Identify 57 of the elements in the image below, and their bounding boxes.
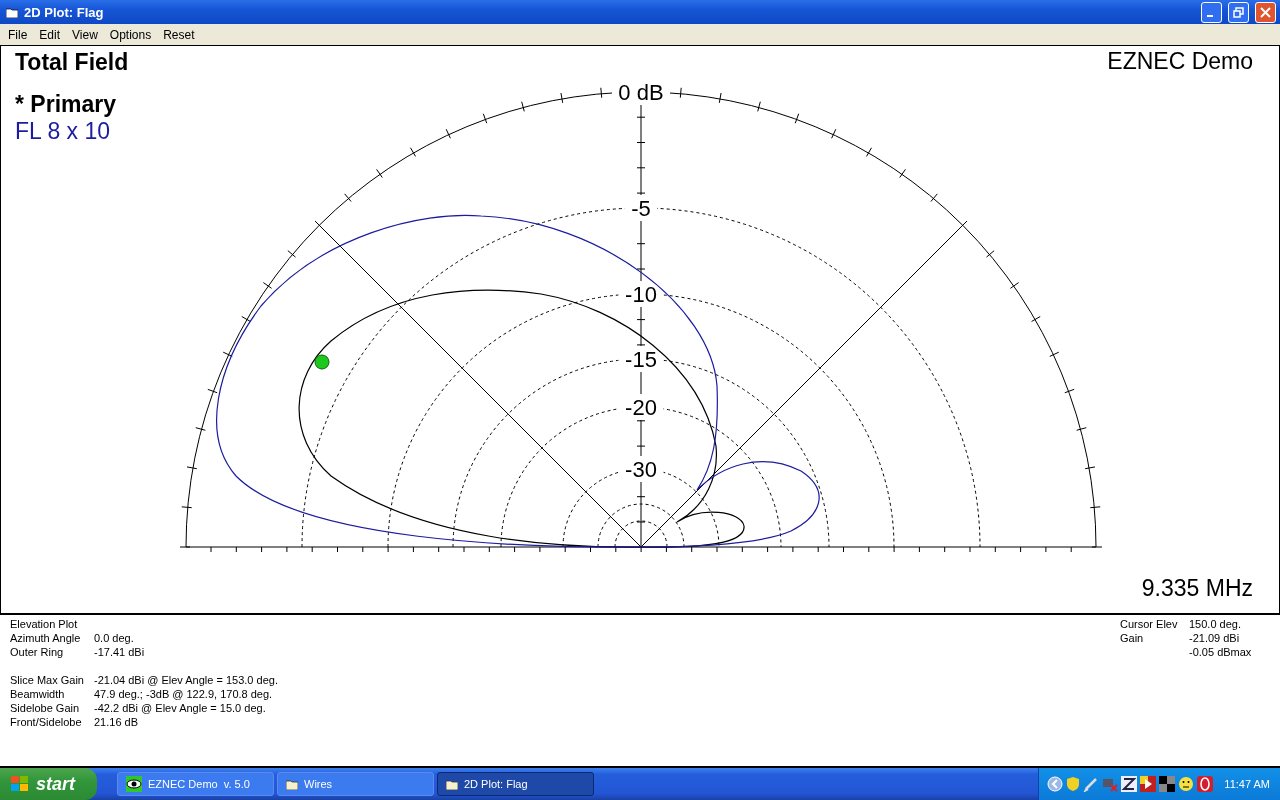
menu-item[interactable]: Reset — [157, 27, 201, 42]
folder-icon — [286, 778, 298, 790]
info-label: Elevation Plot — [10, 617, 79, 631]
info-value: -0.05 dBmax — [1189, 645, 1253, 659]
info-value: -17.41 dBi — [94, 645, 146, 659]
eye-icon — [126, 776, 142, 792]
program-name: EZNEC Demo — [1107, 48, 1253, 74]
taskbar-button[interactable]: 2D Plot: Flag — [437, 772, 594, 796]
info-label: Azimuth Angle — [10, 631, 82, 645]
shield-icon[interactable] — [1066, 776, 1081, 792]
ring-label: -30 — [625, 457, 657, 482]
info-value: 150.0 deg. — [1189, 617, 1242, 631]
info-value: -21.09 dBi — [1189, 631, 1241, 645]
info-label: Front/Sidelobe — [10, 715, 83, 729]
trace-name: FL 8 x 10 — [15, 118, 111, 144]
window-title: 2D Plot: Flag — [24, 4, 105, 20]
info-label: Gain — [1120, 631, 1145, 645]
trace-heading: * Primary — [15, 91, 116, 117]
checker-icon[interactable] — [1159, 776, 1176, 792]
windows-logo-icon — [10, 775, 30, 793]
restore-icon — [1233, 6, 1244, 18]
ring-label: -15 — [625, 347, 657, 372]
z-icon[interactable] — [1121, 776, 1138, 792]
close-icon — [1260, 6, 1271, 18]
menu-item[interactable]: Options — [103, 27, 158, 42]
play-icon[interactable] — [1140, 776, 1157, 792]
menu-item[interactable]: Edit — [33, 27, 67, 42]
info-label: Cursor Elev — [1120, 617, 1179, 631]
ring-label: -5 — [631, 196, 651, 221]
info-value: -21.04 dBi @ Elev Angle = 153.0 deg. — [94, 673, 278, 687]
start-button[interactable]: start — [0, 768, 97, 800]
info-value: -42.2 dBi @ Elev Angle = 15.0 deg. — [94, 701, 267, 715]
info-value: 0.0 deg. — [94, 631, 135, 645]
ring-label: 0 dB — [618, 80, 664, 105]
plot-title: Total Field — [15, 49, 129, 75]
close-button[interactable] — [1255, 1, 1276, 23]
cursor-marker[interactable] — [314, 354, 330, 370]
window-icon — [6, 6, 18, 18]
taskbar-button[interactable]: Wires — [277, 772, 434, 796]
menu-item[interactable]: File — [2, 27, 34, 42]
clock: 11:47 AM — [1224, 778, 1270, 790]
info-label: Sidelobe Gain — [10, 701, 81, 715]
menu-item[interactable]: View — [66, 27, 104, 42]
info-label: Beamwidth — [10, 687, 66, 701]
taskbar-button[interactable]: EZNEC Demo v. 5.0 — [117, 772, 274, 796]
restore-button[interactable] — [1228, 1, 1249, 23]
info-label: Slice Max Gain — [10, 673, 85, 687]
info-value: 47.9 deg.; -3dB @ 122.9, 170.8 deg. — [94, 687, 274, 701]
minimize-icon — [1207, 15, 1213, 17]
ring-label: -20 — [625, 395, 657, 420]
info-label: Outer Ring — [10, 645, 65, 659]
ring-label: -10 — [625, 282, 657, 307]
minimize-button[interactable] — [1201, 1, 1222, 23]
info-value: 21.16 dB — [94, 715, 140, 729]
frequency-label: 9.335 MHz — [1141, 575, 1253, 601]
smiley-icon[interactable] — [1178, 776, 1195, 792]
folder-icon — [446, 778, 458, 790]
